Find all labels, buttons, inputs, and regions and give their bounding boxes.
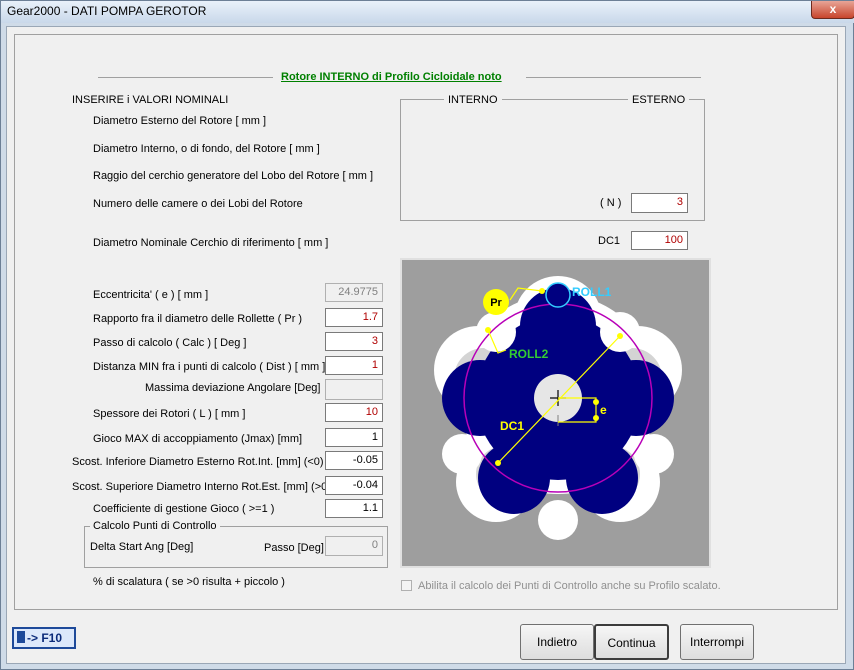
rapporto-input[interactable]: 1.7 xyxy=(325,308,383,327)
roll2-label: ROLL2 xyxy=(509,347,549,361)
eccentricita-label: Eccentricita' ( e ) [ mm ] xyxy=(93,289,209,301)
scost-superiore-label: Scost. Superiore Diametro Interno Rot.Es… xyxy=(72,481,331,493)
scost-superiore-input[interactable]: -0.04 xyxy=(325,476,383,495)
gioco-max-input[interactable]: 1 xyxy=(325,428,383,447)
massima-deviazione-field xyxy=(325,379,383,400)
scost-inferiore-input[interactable]: -0.05 xyxy=(325,451,383,470)
rapporto-label: Rapporto fra il diametro delle Rollette … xyxy=(93,313,303,325)
roll1-label: ROLL1 xyxy=(572,285,612,299)
n-input[interactable]: 3 xyxy=(631,193,688,213)
header-divider-right xyxy=(526,77,701,78)
close-button[interactable]: x xyxy=(811,1,854,19)
roll1-circle xyxy=(545,282,571,308)
gerotor-diagram: Pr ROLL1 ROLL2 DC1 e xyxy=(400,258,711,568)
spessore-input[interactable]: 10 xyxy=(325,403,383,422)
diametro-esterno-label: Diametro Esterno del Rotore [ mm ] xyxy=(93,115,267,127)
scost-inferiore-label: Scost. Inferiore Diametro Esterno Rot.In… xyxy=(72,456,324,468)
column-esterno: ESTERNO xyxy=(628,94,690,106)
f10-label: -> F10 xyxy=(27,631,63,645)
indietro-button[interactable]: Indietro xyxy=(520,624,594,660)
ecc-dot-a xyxy=(593,399,599,405)
massima-deviazione-label: Massima deviazione Angolare [Deg] xyxy=(145,382,321,394)
close-icon: x xyxy=(829,2,837,16)
distanza-min-input[interactable]: 1 xyxy=(325,356,383,375)
f10-shortcut[interactable]: -> F10 xyxy=(12,627,76,649)
calculator-icon xyxy=(17,631,25,643)
scalatura-label: % di scalatura ( se >0 risulta + piccolo… xyxy=(93,576,285,588)
dc1-dot-a xyxy=(495,460,501,466)
section-title: Rotore INTERNO di Profilo Cicloidale not… xyxy=(281,71,502,83)
passo-deg-label: Passo [Deg] xyxy=(264,542,324,554)
title-bar: Gear2000 - DATI POMPA GEROTOR x xyxy=(1,1,854,23)
dc1-label: DC1 xyxy=(598,235,621,247)
distanza-min-label: Distanza MIN fra i punti di calcolo ( Di… xyxy=(93,361,326,373)
window-title: Gear2000 - DATI POMPA GEROTOR xyxy=(7,4,207,18)
pr-label: Pr xyxy=(490,297,502,309)
passo-calcolo-input[interactable]: 3 xyxy=(325,332,383,351)
roll1-dot xyxy=(539,288,545,294)
coefficiente-label: Coefficiente di gestione Gioco ( >=1 ) xyxy=(93,503,275,515)
passo-deg-field: 0 xyxy=(325,536,383,556)
raggio-cerchio-label: Raggio del cerchio generatore del Lobo d… xyxy=(93,170,374,182)
eccentricita-field: 24.9775 xyxy=(325,283,383,302)
passo-calcolo-label: Passo di calcolo ( Calc ) [ Deg ] xyxy=(93,337,247,349)
nominal-heading: INSERIRE i VALORI NOMINALI xyxy=(72,94,229,106)
diametro-interno-label: Diametro Interno, o di fondo, del Rotore… xyxy=(93,143,320,155)
spessore-label: Spessore dei Rotori ( L ) [ mm ] xyxy=(93,408,246,420)
interrompi-button[interactable]: Interrompi xyxy=(680,624,754,660)
calcolo-punti-title: Calcolo Punti di Controllo xyxy=(90,520,220,532)
scaled-profile-checkbox[interactable] xyxy=(401,580,412,591)
coefficiente-input[interactable]: 1.1 xyxy=(325,499,383,518)
n-label: ( N ) xyxy=(600,197,622,209)
scaled-profile-checkbox-label: Abilita il calcolo dei Punti di Controll… xyxy=(418,580,721,592)
dc1-input[interactable]: 100 xyxy=(631,231,688,250)
ecc-dot-b xyxy=(593,415,599,421)
continua-button[interactable]: Continua xyxy=(594,624,669,660)
gioco-max-label: Gioco MAX di accoppiamento (Jmax) [mm] xyxy=(93,433,303,445)
column-interno: INTERNO xyxy=(444,94,502,106)
dc1-diagram-label: DC1 xyxy=(500,419,524,433)
diametro-nominale-label: Diametro Nominale Cerchio di riferimento… xyxy=(93,237,329,249)
delta-start-label: Delta Start Ang [Deg] xyxy=(90,541,194,553)
ecc-label: e xyxy=(600,403,607,417)
roll2-dot xyxy=(485,327,491,333)
numero-lobi-label: Numero delle camere o dei Lobi del Rotor… xyxy=(93,198,303,210)
dc1-dot-b xyxy=(617,333,623,339)
header-divider-left xyxy=(98,77,273,78)
